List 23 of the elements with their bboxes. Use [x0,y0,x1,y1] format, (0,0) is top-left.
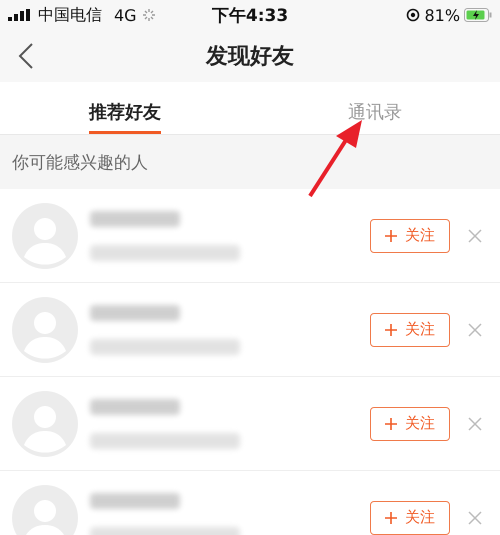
battery-charging-icon [464,8,492,22]
carrier-name: 中国电信 [38,4,102,26]
follow-button[interactable]: 关注 [370,500,450,534]
status-time: 下午4:33 [212,4,288,26]
rotation-lock-icon [406,8,420,22]
section-title: 你可能感兴趣的人 [12,152,148,174]
plus-icon [385,512,397,524]
network-type: 4G [114,6,137,24]
close-icon[interactable] [468,322,482,336]
follow-button[interactable]: 关注 [370,406,450,440]
plus-icon [385,324,397,336]
plus-icon [385,230,397,242]
loading-icon [142,9,155,21]
tab[interactable]: 通讯录 [348,82,402,134]
follow-button[interactable]: 关注 [370,218,450,252]
signal-icon [8,9,32,21]
battery-percent: 81% [424,6,460,24]
follow-button[interactable]: 关注 [370,312,450,346]
page-title: 发现好友 [206,43,294,71]
close-icon[interactable] [468,510,482,524]
close-icon[interactable] [468,228,482,242]
close-icon[interactable] [468,416,482,430]
plus-icon [385,418,397,430]
